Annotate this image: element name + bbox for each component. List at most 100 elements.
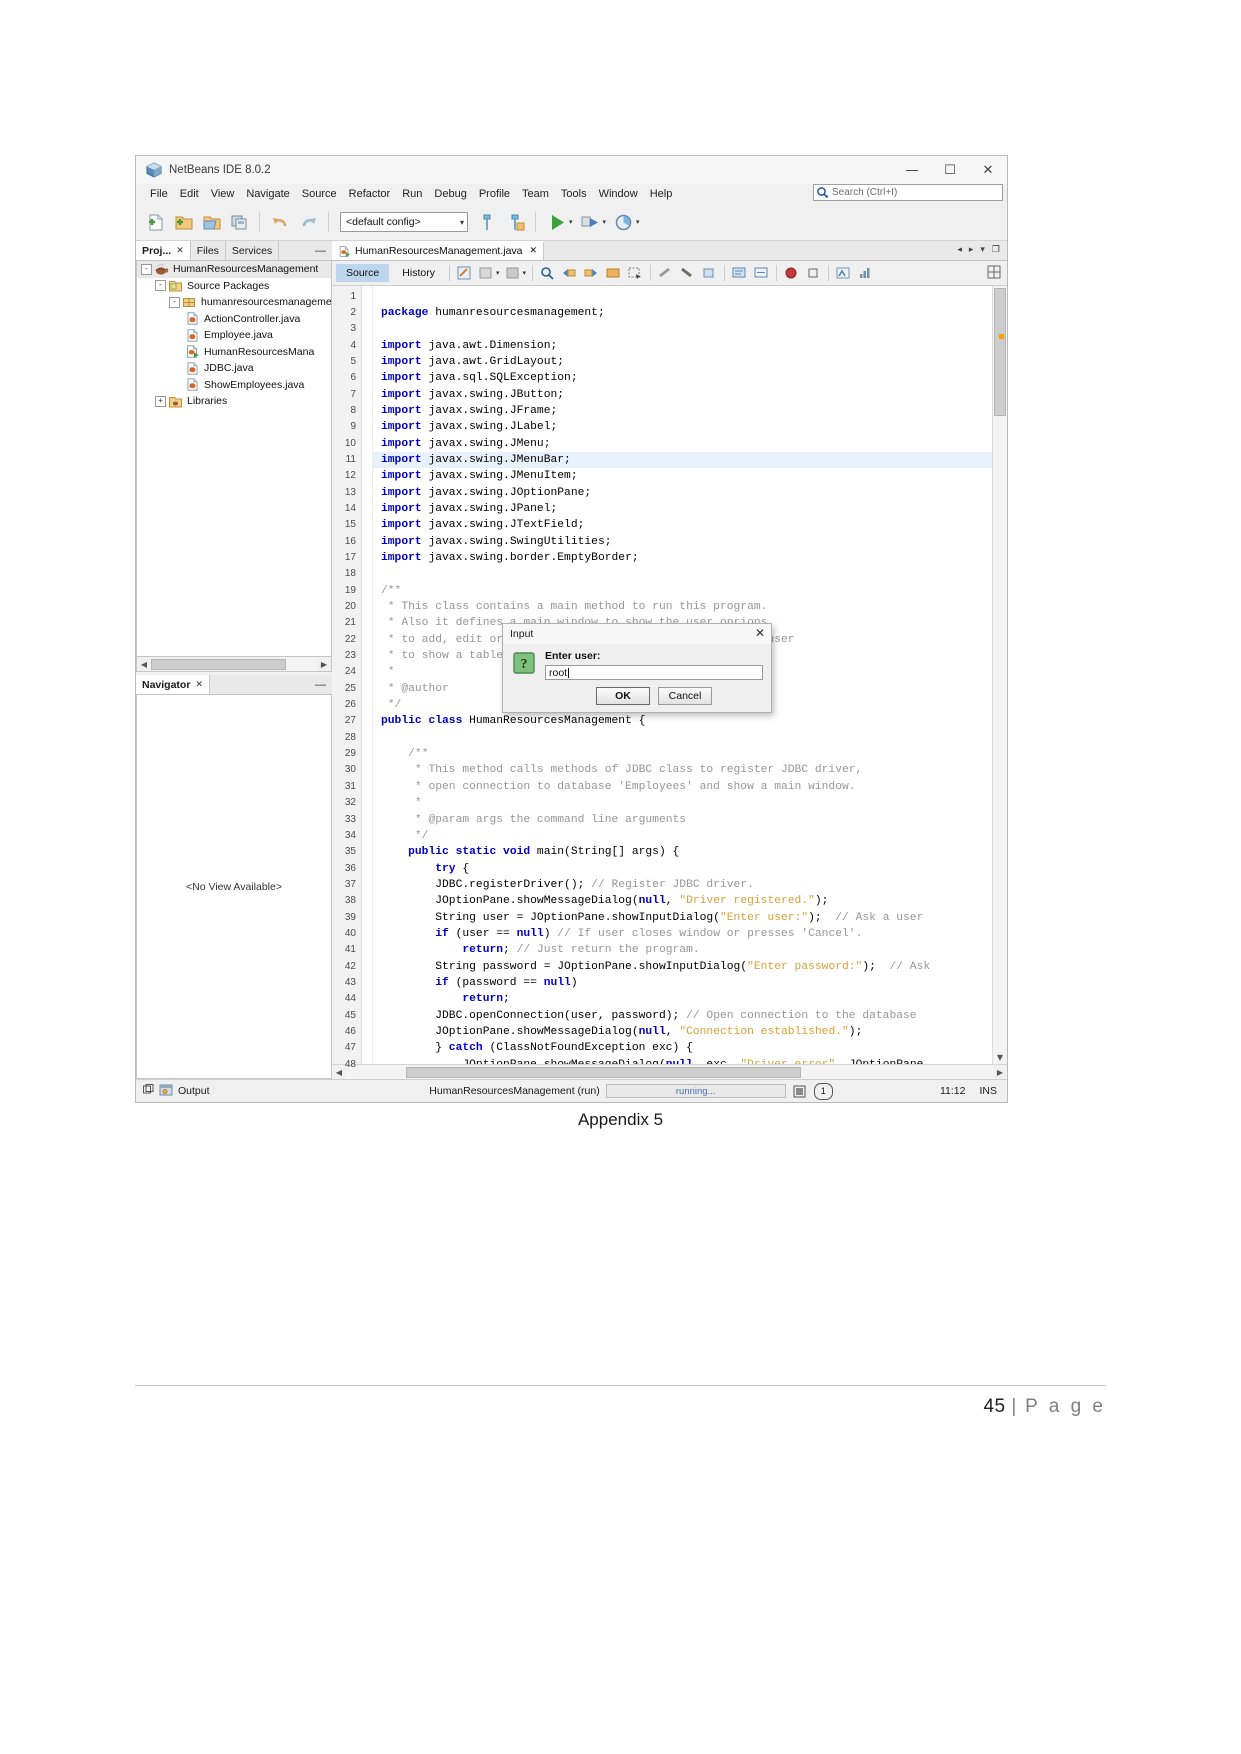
code-line[interactable]: import javax.swing.border.EmptyBorder; xyxy=(373,550,992,566)
code-line[interactable]: import javax.swing.JOptionPane; xyxy=(373,485,992,501)
project-tree-hscrollbar[interactable]: ◀ ▶ xyxy=(136,657,332,672)
tree-node-libraries[interactable]: + Libraries xyxy=(137,393,331,410)
code-line[interactable]: * This class contains a main method to r… xyxy=(373,599,992,615)
code-line[interactable] xyxy=(373,289,992,305)
code-line[interactable]: if (user == null) // If user closes wind… xyxy=(373,926,992,942)
editor-hscrollbar[interactable]: ◀ ▶ xyxy=(332,1064,1007,1079)
menu-profile[interactable]: Profile xyxy=(473,187,516,201)
code-line[interactable]: import javax.swing.JFrame; xyxy=(373,403,992,419)
toggle-rectangular-selection-icon[interactable] xyxy=(625,263,646,283)
debug-dropdown-icon[interactable]: ▾ xyxy=(603,218,607,226)
undo-icon[interactable] xyxy=(267,209,293,235)
tab-list-icon[interactable]: ▾ xyxy=(980,245,985,255)
user-input-field[interactable]: root xyxy=(545,665,763,680)
menu-file[interactable]: File xyxy=(144,187,174,201)
new-file-icon[interactable] xyxy=(142,209,168,235)
tab-services[interactable]: Services xyxy=(225,241,280,260)
menu-tools[interactable]: Tools xyxy=(555,187,593,201)
next-tab-icon[interactable]: ▸ xyxy=(969,245,974,255)
maximize-button[interactable]: ☐ xyxy=(931,156,969,184)
code-line[interactable]: } catch (ClassNotFoundException exc) { xyxy=(373,1040,992,1056)
tab-history[interactable]: History xyxy=(392,264,445,282)
profile-project-icon[interactable] xyxy=(610,209,636,235)
code-line[interactable]: public static void main(String[] args) { xyxy=(373,844,992,860)
code-line[interactable]: import javax.swing.JPanel; xyxy=(373,501,992,517)
previous-error-icon[interactable] xyxy=(655,263,676,283)
tree-node-package[interactable]: - humanresourcesmanagement xyxy=(137,294,331,311)
maximize-editor-icon[interactable]: ❐ xyxy=(992,245,1000,255)
tree-node-jdbc-java[interactable]: JDBC.java xyxy=(137,360,331,377)
code-line[interactable]: import javax.swing.JTextField; xyxy=(373,517,992,533)
menu-source[interactable]: Source xyxy=(296,187,343,201)
close-icon[interactable]: ✕ xyxy=(195,680,203,690)
expand-toggle-icon[interactable]: - xyxy=(169,296,180,308)
tab-projects[interactable]: Proj... ✕ xyxy=(136,241,191,260)
code-line[interactable]: import javax.swing.JButton; xyxy=(373,387,992,403)
vscroll-thumb[interactable] xyxy=(994,287,1006,416)
editor-tab-humanresourcesmanagement[interactable]: HumanResourcesManagement.java ✕ xyxy=(332,241,545,260)
code-line[interactable]: * @param args the command line arguments xyxy=(373,812,992,828)
shift-right-icon[interactable] xyxy=(502,263,523,283)
tree-node-showemployees-java[interactable]: ShowEmployees.java xyxy=(137,377,331,394)
minimize-panel-icon[interactable]: — xyxy=(315,245,326,257)
editor-vscrollbar[interactable]: ▼ xyxy=(992,285,1007,1065)
previous-bookmark-icon[interactable] xyxy=(559,263,580,283)
menu-navigate[interactable]: Navigate xyxy=(240,187,295,201)
shift-left-dropdown-icon[interactable]: ▾ xyxy=(496,269,500,277)
code-line[interactable]: import java.awt.GridLayout; xyxy=(373,354,992,370)
scroll-right-icon[interactable]: ▶ xyxy=(993,1065,1007,1079)
menu-view[interactable]: View xyxy=(205,187,241,201)
search-input[interactable]: Search (Ctrl+I) xyxy=(813,184,1003,201)
new-project-icon[interactable] xyxy=(170,209,196,235)
tab-files[interactable]: Files xyxy=(190,241,226,260)
editor-hscroll-track[interactable] xyxy=(346,1065,993,1079)
inspect-icon[interactable] xyxy=(833,263,854,283)
code-line[interactable]: JOptionPane.showMessageDialog(null, "Con… xyxy=(373,1024,992,1040)
tab-source[interactable]: Source xyxy=(336,263,390,282)
last-edit-icon[interactable] xyxy=(454,263,475,283)
close-icon[interactable]: ✕ xyxy=(530,246,538,256)
code-line[interactable]: import javax.swing.JLabel; xyxy=(373,419,992,435)
code-line[interactable]: String password = JOptionPane.showInputD… xyxy=(373,959,992,975)
profile-dropdown-icon[interactable]: ▾ xyxy=(636,218,640,226)
menu-window[interactable]: Window xyxy=(593,187,644,201)
code-line[interactable] xyxy=(373,730,992,746)
menu-refactor[interactable]: Refactor xyxy=(343,187,397,201)
expand-toggle-icon[interactable]: - xyxy=(141,263,152,275)
tree-node-source-packages[interactable]: - Source Packages xyxy=(137,278,331,295)
prev-tab-icon[interactable]: ◂ xyxy=(957,245,962,255)
menu-team[interactable]: Team xyxy=(516,187,555,201)
input-dialog[interactable]: Input ✕ ? Enter user: root OK Cancel xyxy=(502,623,772,713)
code-line[interactable]: import java.sql.SQLException; xyxy=(373,370,992,386)
expand-toggle-icon[interactable]: + xyxy=(155,395,166,407)
ok-button[interactable]: OK xyxy=(596,687,650,705)
build-project-icon[interactable] xyxy=(474,209,500,235)
notification-badge[interactable]: 1 xyxy=(813,1082,833,1100)
minimize-panel-icon[interactable]: — xyxy=(315,679,326,691)
code-line[interactable]: String user = JOptionPane.showInputDialo… xyxy=(373,910,992,926)
toggle-bookmark-icon[interactable] xyxy=(603,263,624,283)
shift-left-icon[interactable] xyxy=(476,263,497,283)
debug-project-icon[interactable] xyxy=(577,209,603,235)
comment-icon[interactable] xyxy=(729,263,750,283)
progress-detail-icon[interactable] xyxy=(792,1083,808,1099)
run-dropdown-icon[interactable]: ▾ xyxy=(569,218,573,226)
progress-bar[interactable]: running... xyxy=(605,1084,786,1098)
menu-debug[interactable]: Debug xyxy=(428,187,472,201)
code-line[interactable]: import javax.swing.JMenuItem; xyxy=(373,468,992,484)
uncomment-icon[interactable] xyxy=(751,263,772,283)
redo-icon[interactable] xyxy=(295,209,321,235)
run-project-icon[interactable] xyxy=(543,209,569,235)
menu-run[interactable]: Run xyxy=(396,187,428,201)
next-error-icon[interactable] xyxy=(677,263,698,283)
code-line[interactable]: * This method calls methods of JDBC clas… xyxy=(373,762,992,778)
editor-hscroll-thumb[interactable] xyxy=(406,1066,801,1078)
histogram-icon[interactable] xyxy=(855,263,876,283)
save-all-icon[interactable] xyxy=(226,209,252,235)
menu-help[interactable]: Help xyxy=(644,187,679,201)
code-line[interactable]: return; xyxy=(373,991,992,1007)
scroll-down-icon[interactable]: ▼ xyxy=(993,1051,1007,1064)
code-line[interactable] xyxy=(373,321,992,337)
tab-navigator[interactable]: Navigator ✕ xyxy=(136,675,210,694)
code-line[interactable]: if (password == null) xyxy=(373,975,992,991)
